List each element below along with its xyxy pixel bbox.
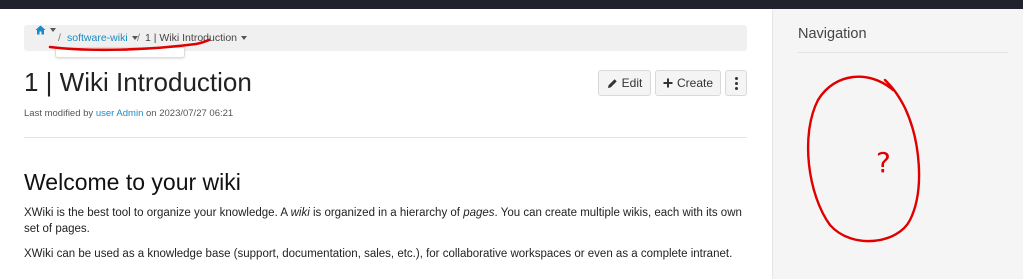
edit-label: Edit xyxy=(621,76,643,90)
create-label: Create xyxy=(676,76,714,90)
paragraph: XWiki is the best tool to organize your … xyxy=(24,205,748,237)
last-modified-info: Last modified by user Admin on 2023/07/2… xyxy=(24,108,233,119)
main-content: / software-wiki / 1 | Wiki Introduction … xyxy=(0,9,772,279)
paragraph-text: is organized in a hierarchy of xyxy=(312,207,460,219)
date-prefix: on xyxy=(146,108,157,119)
top-bar xyxy=(0,0,1023,9)
paragraph-emphasis: wiki xyxy=(290,207,310,219)
page-title: 1 | Wiki Introduction xyxy=(24,67,252,97)
home-icon xyxy=(35,25,46,35)
more-actions-button[interactable] xyxy=(725,70,747,96)
navigation-title: Navigation xyxy=(798,26,867,42)
modified-date: 2023/07/27 06:21 xyxy=(159,108,234,119)
chevron-down-icon xyxy=(50,28,56,32)
paragraph-text: XWiki is the best tool to organize your … xyxy=(24,207,288,219)
navigation-divider xyxy=(798,52,1008,53)
navigation-panel: Navigation xyxy=(772,9,1023,279)
edit-button[interactable]: Edit xyxy=(598,70,651,96)
paragraph: XWiki can be used as a knowledge base (s… xyxy=(24,248,733,260)
paragraph-emphasis: pages xyxy=(463,207,495,219)
pencil-icon xyxy=(607,78,617,88)
create-button[interactable]: Create xyxy=(655,70,721,96)
more-vertical-icon xyxy=(734,76,738,90)
chevron-down-icon xyxy=(241,36,248,40)
breadcrumb-dropdown-menu[interactable] xyxy=(55,47,185,58)
breadcrumb-home[interactable] xyxy=(35,25,56,35)
last-modified-label: Last modified by xyxy=(24,108,94,119)
author-link[interactable]: user Admin xyxy=(96,108,144,119)
content-heading: Welcome to your wiki xyxy=(24,169,241,195)
plus-icon xyxy=(663,78,673,88)
divider xyxy=(24,137,747,138)
